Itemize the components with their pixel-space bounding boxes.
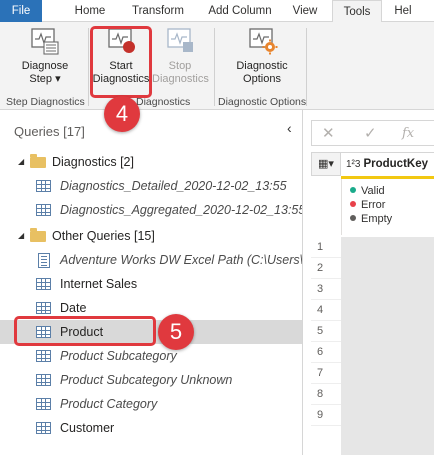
folder-icon — [30, 154, 46, 168]
folder-icon — [30, 228, 46, 242]
tab-transform[interactable]: Transform — [122, 0, 194, 22]
chevron-down-icon: ▾ — [55, 73, 61, 85]
query-item-product-subcategory-unknown[interactable]: Product Subcategory Unknown — [0, 368, 302, 392]
group-divider — [214, 28, 215, 106]
column-name: ProductKey — [363, 158, 428, 170]
query-item-label: Product Category — [60, 397, 158, 411]
table-icon — [36, 278, 51, 290]
query-item-diagnostics-aggregated[interactable]: Diagnostics_Aggregated_2020-12-02_13:55 — [0, 198, 302, 222]
group-divider — [88, 28, 89, 106]
diagnose-step-label-line2: Step ▾ — [29, 73, 61, 85]
whole-number-type-icon[interactable]: 1²3 — [346, 159, 360, 170]
collapse-pane-icon[interactable]: ‹ — [287, 120, 292, 136]
error-dot-icon — [350, 201, 356, 207]
row-number: 2 — [311, 258, 341, 279]
quality-valid: Valid — [350, 185, 385, 198]
table-icon — [36, 302, 51, 314]
quality-error: Error — [350, 199, 385, 212]
ribbon-tab-bar: File Home Transform Add Column View Tool… — [0, 0, 434, 23]
tab-help[interactable]: Hel — [388, 0, 418, 22]
query-item-label: Diagnostics_Aggregated_2020-12-02_13:55 — [60, 203, 302, 217]
row-number: 4 — [311, 300, 341, 321]
query-item-label: Adventure Works DW Excel Path (C:\Users\… — [60, 253, 302, 267]
diagnostic-options-icon — [249, 28, 278, 55]
tab-home[interactable]: Home — [62, 0, 118, 22]
diagnose-step-button[interactable]: Diagnose Step ▾ — [10, 26, 80, 86]
row-number: 5 — [311, 321, 341, 342]
column-header-productkey[interactable]: 1²3 ProductKey — [341, 152, 434, 176]
table-menu-icon[interactable]: ▦▾ — [311, 152, 341, 176]
table-icon — [36, 180, 51, 192]
query-item-label: Product Subcategory Unknown — [60, 373, 233, 387]
tab-add-column[interactable]: Add Column — [198, 0, 282, 22]
row-number: 9 — [311, 405, 341, 426]
expand-triangle-icon[interactable]: ◢ — [18, 224, 24, 248]
row-number: 1 — [311, 237, 341, 258]
valid-dot-icon — [350, 187, 356, 193]
row-number: 3 — [311, 279, 341, 300]
grid-header: ▦▾ 1²3 ProductKey — [311, 152, 434, 176]
step-4-badge: 4 — [104, 96, 140, 132]
diagnostic-options-button[interactable]: Diagnostic Options — [226, 26, 298, 86]
query-item-customer[interactable]: Customer — [0, 416, 302, 440]
stop-diagnostics-label-line2: Diagnostics — [152, 73, 209, 85]
fx-icon[interactable]: fx — [402, 126, 414, 141]
query-group-label: Other Queries [15] — [52, 229, 155, 243]
column-quality-panel: Valid Error Empty — [341, 179, 434, 235]
stop-diagnostics-button[interactable]: Stop Diagnostics — [152, 26, 209, 86]
group-divider — [306, 28, 307, 106]
diagnostic-options-label-line2: Options — [243, 73, 281, 85]
query-group-label: Diagnostics [2] — [52, 155, 134, 169]
quality-empty: Empty — [350, 213, 392, 226]
query-group-other-queries[interactable]: ◢ Other Queries [15] — [0, 224, 302, 248]
table-icon — [36, 422, 51, 434]
expand-triangle-icon[interactable]: ◢ — [18, 150, 24, 174]
column-values-area — [341, 237, 434, 455]
product-query-highlight — [14, 316, 156, 346]
diagnose-step-label-line1: Diagnose — [21, 60, 69, 72]
diagnose-step-icon — [31, 28, 59, 55]
query-item-internet-sales[interactable]: Internet Sales — [0, 272, 302, 296]
empty-dot-icon — [350, 215, 356, 221]
table-icon — [36, 204, 51, 216]
data-preview-pane: ✕ ✓ fx ▦▾ 1²3 ProductKey Valid Error Empt… — [302, 110, 434, 455]
formula-bar: ✕ ✓ fx — [311, 120, 434, 146]
query-item-product-category[interactable]: Product Category — [0, 392, 302, 416]
diagnostic-options-label-line1: Diagnostic — [236, 60, 288, 72]
step-5-badge: 5 — [158, 314, 194, 350]
group-label-step-diagnostics: Step Diagnostics — [6, 96, 85, 108]
query-item-product-subcategory[interactable]: Product Subcategory — [0, 344, 302, 368]
row-number: 6 — [311, 342, 341, 363]
query-group-diagnostics[interactable]: ◢ Diagnostics [2] — [0, 150, 302, 174]
group-label-diagnostic-options: Diagnostic Options — [218, 96, 307, 108]
stop-diagnostics-icon — [167, 28, 193, 52]
row-number: 8 — [311, 384, 341, 405]
cancel-icon[interactable]: ✕ — [322, 124, 335, 142]
table-icon — [36, 374, 51, 386]
confirm-icon[interactable]: ✓ — [364, 124, 377, 142]
parameter-icon — [38, 253, 50, 268]
tab-view[interactable]: View — [284, 0, 326, 22]
table-icon — [36, 398, 51, 410]
tab-file[interactable]: File — [0, 0, 42, 22]
queries-pane: Queries [17] ‹ ◢ Diagnostics [2] Diagnos… — [0, 110, 302, 455]
query-item-label: Diagnostics_Detailed_2020-12-02_13:55 — [60, 179, 287, 193]
queries-pane-title: Queries [17] — [14, 124, 85, 139]
query-item-label: Internet Sales — [60, 277, 138, 291]
ribbon-tools-panel: Diagnose Step ▾ Start Diagnostics Stop D… — [0, 22, 434, 110]
query-item-label: Customer — [60, 421, 115, 435]
table-icon — [36, 350, 51, 362]
query-item-label: Product Subcategory — [60, 349, 177, 363]
query-item-diagnostics-detailed[interactable]: Diagnostics_Detailed_2020-12-02_13:55 — [0, 174, 302, 198]
query-item-adventure-works-path[interactable]: Adventure Works DW Excel Path (C:\Users\… — [0, 248, 302, 272]
row-number: 7 — [311, 363, 341, 384]
stop-diagnostics-label-line1: Stop — [168, 60, 192, 72]
start-diagnostics-highlight — [90, 26, 152, 98]
tab-tools[interactable]: Tools — [332, 0, 382, 23]
